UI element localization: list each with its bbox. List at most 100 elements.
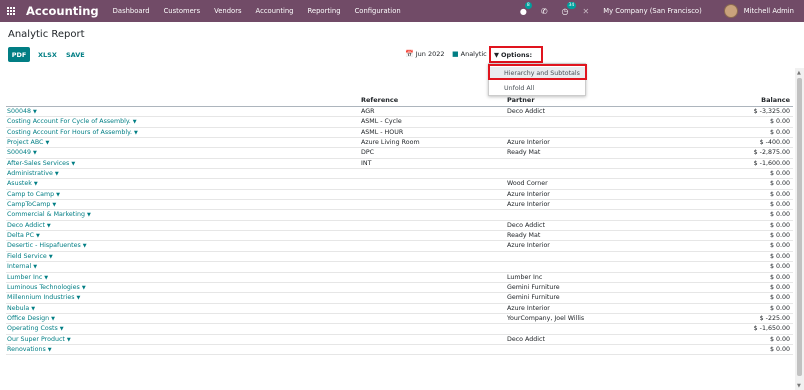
table-row: CampToCamp ▼ Azure Interior $ 0.00 (6, 200, 793, 211)
analytic-account-link[interactable]: Costing Account For Hours of Assembly. ▼ (7, 129, 138, 136)
calendar-icon: 📅 (405, 50, 414, 58)
analytic-account-link[interactable]: Project ABC ▼ (7, 139, 49, 146)
menu-accounting[interactable]: Accounting (256, 7, 294, 15)
analytic-account-link[interactable]: After-Sales Services ▼ (7, 160, 75, 167)
tools-icon[interactable]: ✕ (583, 7, 590, 16)
balance-cell: $ -400.00 (759, 139, 790, 147)
caret-down-icon[interactable]: ▼ (71, 161, 75, 167)
page-title: Analytic Report (8, 29, 85, 40)
balance-cell: $ 0.00 (769, 118, 790, 126)
menu-dashboard[interactable]: Dashboard (113, 7, 150, 15)
analytic-account-link[interactable]: CampToCamp ▼ (7, 201, 56, 208)
table-row: Internal ▼ $ 0.00 (6, 262, 793, 273)
balance-cell: $ 0.00 (769, 180, 790, 188)
analytic-account-link[interactable]: Deco Addict ▼ (7, 222, 51, 229)
options-filter[interactable]: ▼ Options: (489, 46, 543, 63)
company-switcher[interactable]: My Company (San Francisco) (603, 7, 702, 15)
caret-down-icon[interactable]: ▼ (55, 171, 59, 177)
analytic-account-link[interactable]: Luminous Technologies ▼ (7, 284, 86, 291)
avatar[interactable] (723, 4, 738, 18)
menu-vendors[interactable]: Vendors (214, 7, 241, 15)
scroll-up-icon[interactable]: ▲ (797, 70, 801, 76)
chat-icon[interactable]: ● 8 (520, 1, 532, 16)
analytic-account-link[interactable]: S00049 ▼ (7, 149, 37, 156)
partner-cell: Lumber Inc (507, 273, 543, 281)
analytic-account-link[interactable]: Operating Costs ▼ (7, 325, 64, 332)
analytic-filter[interactable]: ■ Analytic (452, 48, 487, 60)
partner-cell: Deco Addict (507, 335, 545, 343)
analytic-account-link[interactable]: Desertic - Hispafuentes ▼ (7, 242, 87, 249)
app-brand[interactable]: Accounting (26, 4, 99, 18)
caret-down-icon[interactable]: ▼ (47, 223, 51, 229)
activity-badge: 34 (566, 1, 577, 9)
caret-down-icon[interactable]: ▼ (44, 275, 48, 281)
caret-down-icon[interactable]: ▼ (45, 140, 49, 146)
table-row: Nebula ▼ Azure Interior $ 0.00 (6, 304, 793, 314)
analytic-account-link[interactable]: Costing Account For Cycle of Assembly. ▼ (7, 118, 137, 125)
top-navbar: Accounting Dashboard Customers Vendors A… (0, 0, 804, 22)
analytic-account-link[interactable]: S00048 ▼ (7, 108, 37, 115)
menu-configuration[interactable]: Configuration (355, 7, 401, 15)
caret-down-icon[interactable]: ▼ (51, 316, 55, 322)
reference-cell: DPC (361, 149, 375, 157)
caret-down-icon[interactable]: ▼ (56, 192, 60, 198)
caret-down-icon[interactable]: ▼ (52, 202, 56, 208)
scroll-thumb[interactable] (797, 78, 802, 376)
menu-customers[interactable]: Customers (164, 7, 201, 15)
phone-icon[interactable]: ✆ (541, 7, 548, 16)
caret-down-icon[interactable]: ▼ (82, 285, 86, 291)
xlsx-button[interactable]: XLSX (38, 47, 57, 62)
analytic-account-link[interactable]: Field Service ▼ (7, 253, 53, 260)
scrollbar[interactable]: ▲ ▼ (795, 68, 804, 390)
analytic-account-link[interactable]: Internal ▼ (7, 263, 37, 270)
caret-down-icon[interactable]: ▼ (49, 254, 53, 260)
caret-down-icon[interactable]: ▼ (83, 243, 87, 249)
caret-down-icon[interactable]: ▼ (36, 233, 40, 239)
analytic-account-link[interactable]: Commercial & Marketing ▼ (7, 211, 91, 218)
partner-cell: Azure Interior (507, 242, 550, 250)
user-menu[interactable]: Mitchell Admin (744, 7, 794, 15)
partner-cell: Wood Corner (507, 180, 548, 188)
analytic-account-link[interactable]: Nebula ▼ (7, 305, 35, 312)
partner-cell: Azure Interior (507, 139, 550, 147)
balance-cell: $ -225.00 (759, 314, 790, 322)
partner-cell: Deco Addict (507, 108, 545, 115)
caret-down-icon[interactable]: ▼ (60, 326, 64, 332)
balance-cell: $ 0.00 (769, 273, 790, 281)
pdf-button[interactable]: PDF (8, 47, 30, 62)
scroll-down-icon[interactable]: ▼ (797, 383, 801, 389)
caret-down-icon[interactable]: ▼ (34, 181, 38, 187)
reference-cell: Azure Living Room (361, 139, 420, 147)
caret-down-icon[interactable]: ▼ (133, 119, 137, 125)
analytic-account-link[interactable]: Camp to Camp ▼ (7, 191, 60, 198)
menu-reporting[interactable]: Reporting (308, 7, 341, 15)
unfold-all-option[interactable]: Unfold All (489, 82, 585, 94)
analytic-account-link[interactable]: Administrative ▼ (7, 170, 59, 177)
analytic-account-link[interactable]: Delta PC ▼ (7, 232, 40, 239)
caret-down-icon[interactable]: ▼ (33, 150, 37, 156)
caret-down-icon[interactable]: ▼ (67, 337, 71, 343)
reference-cell: ASML - HOUR (361, 128, 404, 136)
date-filter[interactable]: 📅 Jun 2022 (405, 48, 444, 60)
caret-down-icon[interactable]: ▼ (134, 130, 138, 136)
caret-down-icon[interactable]: ▼ (77, 295, 81, 301)
analytic-account-link[interactable]: Office Design ▼ (7, 315, 55, 322)
analytic-account-link[interactable]: Lumber Inc ▼ (7, 274, 48, 281)
caret-down-icon[interactable]: ▼ (48, 347, 52, 353)
caret-down-icon[interactable]: ▼ (31, 306, 35, 312)
partner-cell: Gemini Furniture (507, 294, 560, 302)
reference-cell: ASML - Cycle (361, 118, 402, 126)
caret-down-icon[interactable]: ▼ (33, 264, 37, 270)
analytic-account-link[interactable]: Asustek ▼ (7, 180, 38, 187)
header-reference: Reference (361, 96, 399, 104)
save-button[interactable]: SAVE (66, 47, 85, 62)
apps-menu-icon[interactable] (0, 0, 22, 22)
caret-down-icon[interactable]: ▼ (33, 109, 37, 115)
analytic-account-link[interactable]: Millennium Industries ▼ (7, 294, 80, 301)
activity-icon[interactable]: ◷ 34 (562, 1, 577, 16)
analytic-account-link[interactable]: Renovations ▼ (7, 346, 52, 353)
analytic-account-link[interactable]: Our Super Product ▼ (7, 336, 71, 343)
caret-down-icon[interactable]: ▼ (87, 212, 91, 218)
balance-cell: $ 0.00 (769, 170, 790, 178)
balance-cell: $ 0.00 (769, 304, 790, 312)
